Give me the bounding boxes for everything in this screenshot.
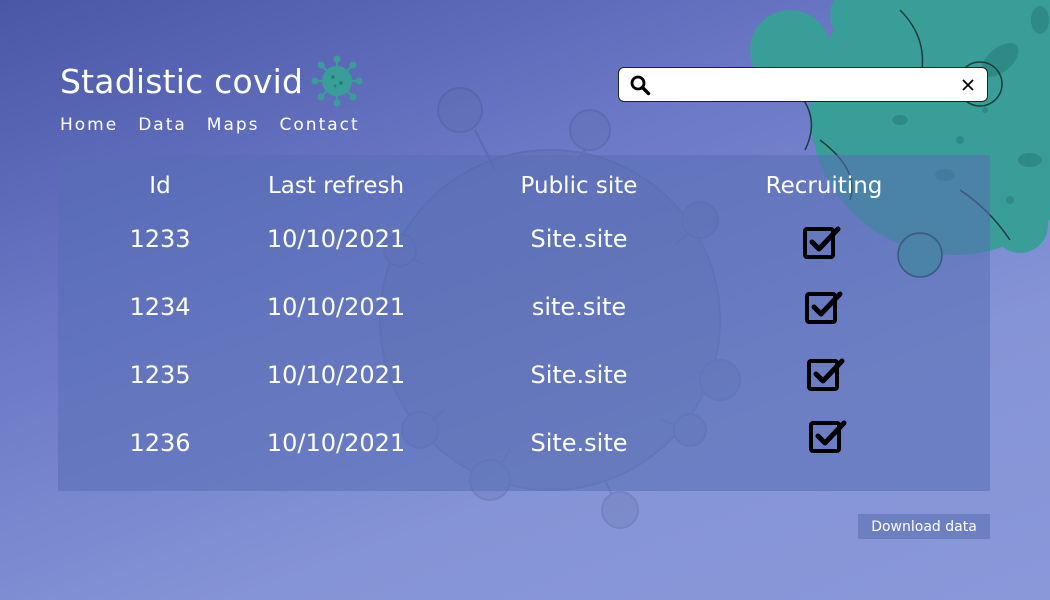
download-data-button[interactable]: Download data [858,514,990,539]
nav-item-home[interactable]: Home [60,115,118,135]
column-header-public-site[interactable]: Public site [521,173,638,199]
table-row[interactable]: 1233 10/10/2021 Site.site [58,225,990,265]
search-bar [618,67,988,102]
checkbox-checked-icon[interactable] [806,357,846,393]
column-header-id[interactable]: Id [149,173,170,199]
cell-id: 1236 [129,429,191,457]
checkbox-checked-icon[interactable] [804,290,844,326]
table-row[interactable]: 1236 10/10/2021 Site.site [58,420,990,469]
cell-last-refresh: 10/10/2021 [266,429,406,457]
virus-icon [311,55,363,107]
cell-last-refresh: 10/10/2021 [266,293,406,321]
cell-id: 1234 [129,293,191,321]
checkbox-checked-icon[interactable] [808,419,848,455]
table-row[interactable]: 1235 10/10/2021 Site.site [58,358,990,401]
checkbox-checked-icon[interactable] [802,225,842,261]
close-icon[interactable] [959,76,977,94]
main-nav: Home Data Maps Contact [60,115,380,135]
cell-public-site[interactable]: site.site [532,293,626,321]
cell-public-site[interactable]: Site.site [530,225,627,253]
cell-id: 1235 [129,361,191,389]
search-input[interactable] [651,75,959,94]
nav-item-contact[interactable]: Contact [280,115,360,135]
nav-item-data[interactable]: Data [138,115,187,135]
column-header-recruiting[interactable]: Recruiting [766,173,883,199]
nav-item-maps[interactable]: Maps [207,115,260,135]
cell-id: 1233 [129,225,191,253]
cell-last-refresh: 10/10/2021 [266,361,406,389]
cell-last-refresh: 10/10/2021 [266,225,406,253]
app-title: Stadistic covid [60,61,304,101]
table-row[interactable]: 1234 10/10/2021 site.site [58,290,990,333]
search-icon[interactable] [629,74,651,96]
cell-public-site[interactable]: Site.site [530,429,627,457]
page-title: Stadistic covid [60,55,363,107]
table-header-row: Id Last refresh Public site Recruiting [58,173,990,213]
cell-public-site[interactable]: Site.site [530,361,627,389]
column-header-last-refresh[interactable]: Last refresh [268,173,404,199]
data-table: Id Last refresh Public site Recruiting 1… [58,155,990,491]
